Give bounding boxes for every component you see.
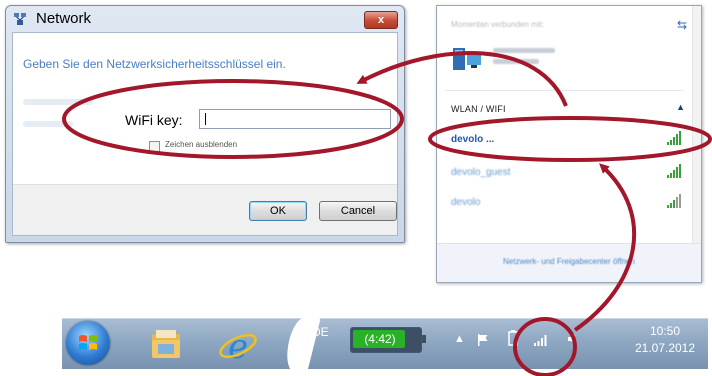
network-name: devolo (451, 197, 481, 208)
volume-icon[interactable] (566, 332, 580, 346)
windows-logo-icon (79, 335, 97, 350)
network-name: devolo ... (451, 134, 495, 145)
blurred-text (493, 48, 555, 53)
wifi-signal-icon (667, 194, 681, 208)
system-clock[interactable]: 10:50 21.07.2012 (624, 323, 706, 357)
hide-characters-checkbox[interactable] (149, 141, 160, 152)
svg-text:e: e (228, 327, 248, 366)
internet-explorer-icon[interactable]: e (216, 322, 260, 366)
text-caret (205, 113, 206, 125)
network-sharing-center-link[interactable]: Netzwerk- und Freigabecenter öffnen (437, 257, 701, 266)
collapse-caret-icon[interactable]: ▲ (676, 102, 685, 112)
cancel-button[interactable]: Cancel (319, 201, 397, 221)
clock-time: 10:50 (649, 324, 681, 338)
network-arrows-icon[interactable]: ⇆ (677, 18, 687, 32)
network-icon (14, 13, 26, 25)
network-flyout-panel: Momentan verbunden mit: ⇆ WLAN / WIFI ▲ … (436, 5, 702, 283)
battery-indicator[interactable]: (4:42) (350, 327, 426, 353)
wifi-key-dialog: Network x Geben Sie den Netzwerksicherhe… (5, 5, 405, 243)
explorer-folder-icon[interactable] (144, 322, 188, 366)
show-hidden-icons-arrow-icon[interactable]: ▲ (454, 333, 465, 345)
wifi-signal-tray-icon[interactable] (534, 334, 550, 346)
battery-tip (422, 335, 426, 343)
battery-tray-icon[interactable] (508, 330, 518, 346)
wifi-signal-icon (667, 131, 681, 145)
action-center-flag-icon[interactable] (476, 333, 490, 347)
close-button[interactable]: x (364, 11, 398, 29)
divider (445, 90, 683, 91)
hide-characters-label: Zeichen ausblenden (165, 140, 238, 149)
start-button[interactable] (66, 321, 110, 365)
dialog-instruction: Geben Sie den Netzwerksicherheitsschlüss… (23, 57, 286, 71)
network-computer-icon (453, 48, 481, 70)
blurred-text (23, 121, 73, 127)
wifi-section-title: WLAN / WIFI (451, 104, 506, 114)
blurred-text (23, 99, 93, 105)
dialog-content: Geben Sie den Netzwerksicherheitsschlüss… (12, 32, 398, 236)
connected-to-label: Momentan verbunden mit: (451, 20, 544, 29)
wifi-key-label: WiFi key: (125, 112, 183, 128)
wifi-key-input[interactable] (199, 109, 391, 129)
dialog-title: Network (36, 10, 92, 27)
clock-date: 21.07.2012 (634, 341, 696, 355)
wifi-signal-icon (667, 164, 681, 178)
ok-button[interactable]: OK (249, 201, 307, 221)
dialog-titlebar[interactable]: Network x (6, 6, 404, 32)
dialog-footer: OK Cancel (13, 184, 397, 235)
scrollbar[interactable] (692, 6, 701, 244)
blurred-text (493, 59, 539, 64)
taskbar: e DE (4:42) ▲ 10:50 21.07.2012 (62, 317, 708, 373)
language-indicator[interactable]: DE (312, 325, 329, 339)
network-name: devolo_guest (451, 167, 511, 178)
battery-time: (4:42) (364, 332, 396, 346)
network-panel-footer: Netzwerk- und Freigabecenter öffnen (437, 243, 701, 282)
